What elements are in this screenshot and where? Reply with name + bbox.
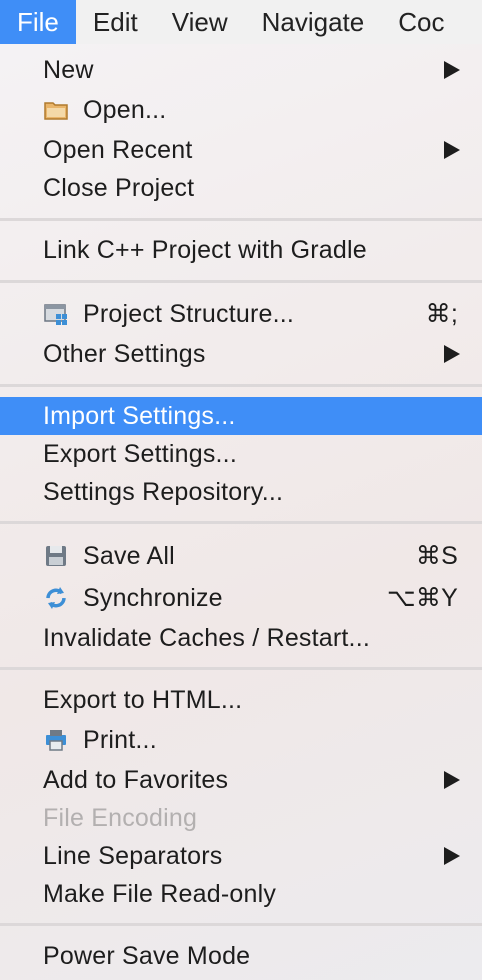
menu-bar: File Edit View Navigate Coc xyxy=(0,0,482,45)
submenu-arrow-icon xyxy=(444,141,460,159)
submenu-arrow-icon xyxy=(444,61,460,79)
menu-item-new[interactable]: New xyxy=(0,51,482,89)
menu-item-export-html[interactable]: Export to HTML... xyxy=(0,681,482,719)
menu-separator xyxy=(0,280,482,283)
menu-item-label: Close Project xyxy=(43,173,195,202)
menu-item-project-structure[interactable]: Project Structure... ⌘; xyxy=(0,295,482,333)
menu-item-label: Import Settings... xyxy=(43,401,236,430)
menu-item-add-to-favorites[interactable]: Add to Favorites xyxy=(0,761,482,799)
menu-item-label: Synchronize xyxy=(83,583,223,612)
menu-item-label: File Encoding xyxy=(43,803,198,832)
menu-item-label: Export to HTML... xyxy=(43,685,243,714)
menu-item-label: Open... xyxy=(83,95,167,124)
menu-item-settings-repository[interactable]: Settings Repository... xyxy=(0,473,482,511)
menu-item-print[interactable]: Print... xyxy=(0,721,482,759)
sync-icon xyxy=(46,587,66,609)
menu-item-label: New xyxy=(43,55,94,84)
menu-item-power-save-mode[interactable]: Power Save Mode xyxy=(0,937,482,975)
menu-item-label: Line Separators xyxy=(43,841,223,870)
menu-item-link-cpp-gradle[interactable]: Link C++ Project with Gradle xyxy=(0,231,482,269)
menu-item-close-project[interactable]: Close Project xyxy=(0,169,482,207)
shortcut-label: ⌥⌘Y xyxy=(386,584,458,612)
menu-item-open[interactable]: Open... xyxy=(0,91,482,129)
menubar-file[interactable]: File xyxy=(0,0,76,44)
menu-item-label: Project Structure... xyxy=(83,299,295,328)
menu-item-label: Other Settings xyxy=(43,339,206,368)
menu-separator xyxy=(0,521,482,524)
menu-item-invalidate-caches[interactable]: Invalidate Caches / Restart... xyxy=(0,619,482,657)
menu-item-save-all[interactable]: Save All ⌘S xyxy=(0,537,482,575)
menubar-edit[interactable]: Edit xyxy=(76,0,155,44)
printer-icon xyxy=(46,730,66,751)
menu-item-other-settings[interactable]: Other Settings xyxy=(0,335,482,373)
menu-item-make-read-only[interactable]: Make File Read-only xyxy=(0,875,482,913)
menu-separator xyxy=(0,923,482,926)
menu-separator xyxy=(0,218,482,221)
menu-item-label: Print... xyxy=(83,725,157,754)
menu-item-import-settings[interactable]: Import Settings... xyxy=(0,397,482,435)
floppy-disk-icon xyxy=(46,546,66,566)
submenu-arrow-icon xyxy=(444,771,460,789)
project-structure-icon xyxy=(44,304,67,325)
menu-separator xyxy=(0,667,482,670)
menu-item-file-encoding: File Encoding xyxy=(0,799,482,837)
menu-item-label: Settings Repository... xyxy=(43,477,284,506)
menu-item-label: Add to Favorites xyxy=(43,765,229,794)
menu-item-export-settings[interactable]: Export Settings... xyxy=(0,435,482,473)
menubar-code[interactable]: Coc xyxy=(381,0,461,44)
menu-item-label: Invalidate Caches / Restart... xyxy=(43,623,370,652)
menu-item-label: Power Save Mode xyxy=(43,941,251,970)
menubar-view[interactable]: View xyxy=(155,0,245,44)
shortcut-label: ⌘; xyxy=(425,300,458,328)
menu-item-line-separators[interactable]: Line Separators xyxy=(0,837,482,875)
submenu-arrow-icon xyxy=(444,847,460,865)
menubar-navigate[interactable]: Navigate xyxy=(245,0,382,44)
submenu-arrow-icon xyxy=(444,345,460,363)
menu-item-synchronize[interactable]: Synchronize ⌥⌘Y xyxy=(0,579,482,617)
menu-item-label: Link C++ Project with Gradle xyxy=(43,235,367,264)
menu-item-label: Make File Read-only xyxy=(43,879,277,908)
menu-item-label: Save All xyxy=(83,541,175,570)
menu-item-label: Export Settings... xyxy=(43,439,237,468)
folder-icon xyxy=(44,102,68,120)
menu-item-label: Open Recent xyxy=(43,135,193,164)
menu-item-open-recent[interactable]: Open Recent xyxy=(0,131,482,169)
menu-separator xyxy=(0,384,482,387)
file-menu-dropdown: New Open... Open Recent Close Project Li… xyxy=(0,44,482,980)
shortcut-label: ⌘S xyxy=(415,542,458,570)
